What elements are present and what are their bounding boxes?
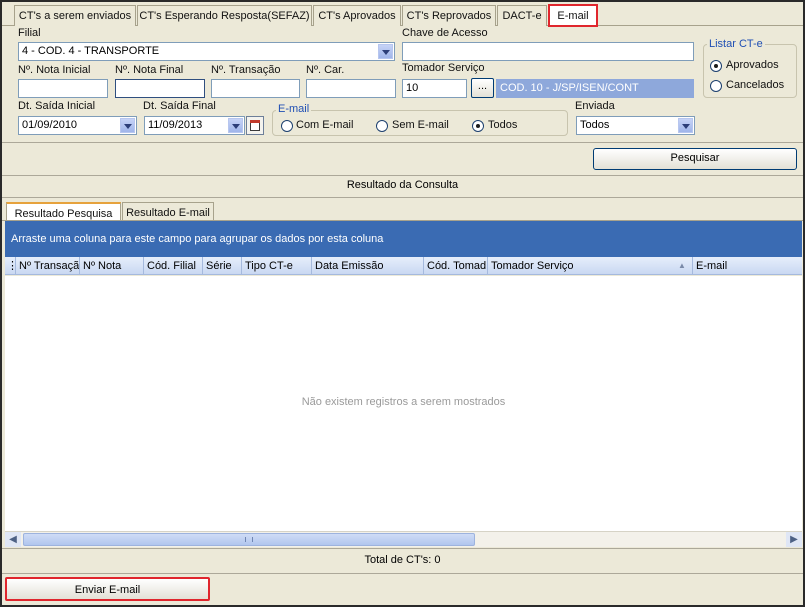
calendar-dropdown-icon[interactable] [120, 118, 135, 133]
chave-acesso-input[interactable] [402, 42, 694, 61]
resultado-consulta-title: Resultado da Consulta [346, 179, 459, 191]
dt-inicial-label: Dt. Saída Inicial [18, 100, 96, 112]
col-header[interactable]: Data Emissão [312, 257, 424, 275]
col-header[interactable]: E-mail [693, 257, 802, 275]
tab-dact-e[interactable]: DACT-e [497, 5, 547, 26]
filial-value: 4 - COD. 4 - TRANSPORTE [22, 45, 160, 57]
transacao-input[interactable] [211, 79, 300, 98]
radio-com-email-label[interactable]: Com E-mail [296, 119, 353, 131]
col-header[interactable]: Nº Transação [16, 257, 80, 275]
col-header[interactable]: Tomador Serviço [488, 257, 693, 275]
dt-final-input[interactable]: 11/09/2013 [144, 116, 245, 135]
radio-sem-email-label[interactable]: Sem E-mail [392, 119, 449, 131]
tab-cts-aprovados[interactable]: CT's Aprovados [313, 5, 401, 26]
calendar-icon[interactable] [246, 116, 264, 135]
horizontal-scrollbar[interactable]: ◀ ▶ [5, 531, 802, 547]
chevron-down-icon[interactable] [378, 44, 393, 59]
enviada-value: Todos [580, 119, 610, 131]
radio-sem-email[interactable] [376, 120, 388, 132]
enviar-email-button[interactable]: Enviar E-mail [5, 577, 210, 601]
dt-inicial-input[interactable]: 01/09/2010 [18, 116, 137, 135]
calendar-dropdown-icon[interactable] [228, 118, 243, 133]
empty-message: Não existem registros a serem mostrados [301, 396, 506, 408]
dt-final-label: Dt. Saída Final [143, 100, 216, 112]
col-header[interactable]: Tipo CT-e [242, 257, 312, 275]
nota-final-input[interactable] [115, 79, 205, 98]
tomador-description: COD. 10 - J/SP/ISEN/CONT [496, 79, 694, 98]
scroll-left-icon[interactable]: ◀ [5, 532, 21, 547]
total-cts-label: Total de CT's: 0 [364, 554, 441, 566]
chave-acesso-label: Chave de Acesso [402, 27, 488, 39]
col-header[interactable]: Cód. Filial [144, 257, 203, 275]
enviada-select[interactable]: Todos [576, 116, 695, 135]
tomador-code-input[interactable]: 10 [402, 79, 467, 98]
col-header[interactable]: Série [203, 257, 242, 275]
tab-cts-reprovados[interactable]: CT's Reprovados [402, 5, 496, 26]
car-label: Nº. Car. [306, 64, 345, 76]
dt-inicial-value: 01/09/2010 [22, 119, 78, 131]
grid-header: ⋮ Nº Transação Nº Nota Cód. Filial Série… [5, 257, 802, 275]
row-selector-icon[interactable]: ⋮ [5, 257, 16, 275]
col-header[interactable]: Nº Nota [80, 257, 144, 275]
nota-final-label: Nº. Nota Final [115, 64, 184, 76]
nota-inicial-label: Nº. Nota Inicial [18, 64, 91, 76]
col-header[interactable]: Cód. Tomad [424, 257, 488, 275]
chevron-down-icon[interactable] [678, 118, 693, 133]
sort-arrow-icon: ▲ [678, 261, 686, 270]
tab-email[interactable]: E-mail [548, 4, 598, 27]
scroll-thumb[interactable] [23, 533, 475, 546]
radio-aprovados-label[interactable]: Aprovados [726, 59, 779, 71]
transacao-label: Nº. Transação [211, 64, 281, 76]
radio-com-email[interactable] [281, 120, 293, 132]
email-group-title: E-mail [276, 103, 312, 115]
divider [2, 548, 803, 549]
tab-cts-a-serem-enviados[interactable]: CT's a serem enviados [14, 5, 136, 26]
pesquisar-button[interactable]: Pesquisar [593, 148, 797, 170]
nota-inicial-input[interactable] [18, 79, 108, 98]
dt-final-value: 11/09/2013 [148, 119, 203, 131]
group-by-panel[interactable]: Arraste uma coluna para este campo para … [5, 221, 802, 257]
tomador-search-button[interactable]: ... [471, 78, 494, 98]
filial-label: Filial [18, 27, 41, 39]
radio-todos-label[interactable]: Todos [488, 119, 517, 131]
radio-cancelados[interactable] [710, 80, 722, 92]
radio-todos[interactable] [472, 120, 484, 132]
divider [2, 573, 803, 574]
tomador-label: Tomador Serviço [402, 62, 485, 74]
app-window: CT's a serem enviados CT's Esperando Res… [0, 0, 805, 607]
radio-aprovados[interactable] [710, 60, 722, 72]
scroll-right-icon[interactable]: ▶ [786, 532, 802, 547]
tab-cts-esperando-resposta[interactable]: CT's Esperando Resposta(SEFAZ) [137, 5, 312, 26]
divider [2, 142, 803, 143]
listar-cte-title: Listar CT-e [707, 38, 765, 50]
divider [2, 197, 803, 198]
divider [2, 175, 803, 176]
filial-select[interactable]: 4 - COD. 4 - TRANSPORTE [18, 42, 395, 61]
radio-cancelados-label[interactable]: Cancelados [726, 79, 784, 91]
enviada-label: Enviada [575, 100, 615, 112]
car-input[interactable] [306, 79, 396, 98]
